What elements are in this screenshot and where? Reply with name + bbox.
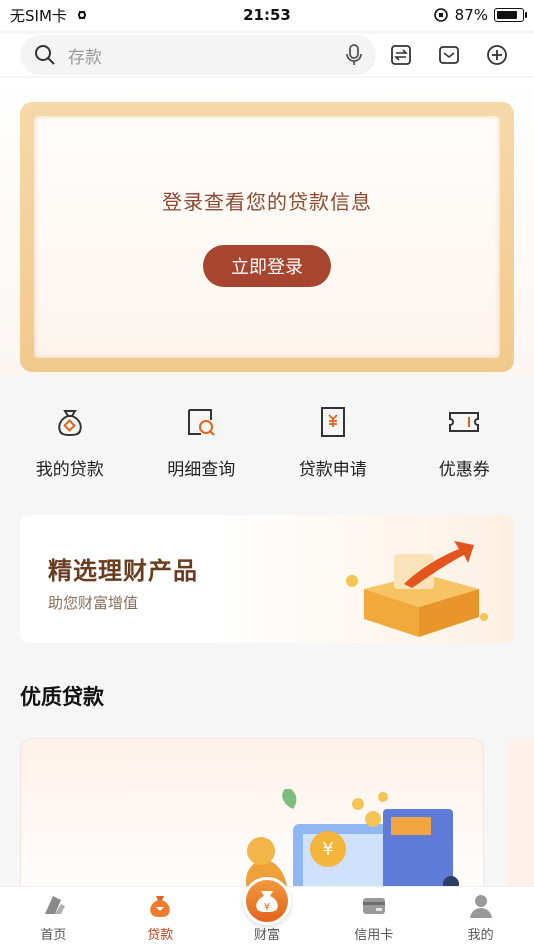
tab-wealth[interactable]: ¥ 财富 xyxy=(214,877,321,951)
quick-detail-search[interactable]: 明细查询 xyxy=(146,405,256,480)
login-card: 登录查看您的贷款信息 立即登录 xyxy=(20,102,514,372)
loan-apply-icon xyxy=(320,407,345,437)
link-icon xyxy=(77,11,86,19)
quick-my-loans[interactable]: 我的贷款 xyxy=(15,405,125,480)
promo-banner[interactable]: 精选理财产品 助您财富增值 xyxy=(20,515,514,643)
quick-loan-apply[interactable]: 贷款申请 xyxy=(278,405,388,480)
search-icon xyxy=(35,45,55,65)
clock: 21:53 xyxy=(243,6,291,24)
carrier-label: 无SIM卡 xyxy=(10,6,67,25)
money-bag-icon xyxy=(58,410,82,437)
quick-label: 优惠券 xyxy=(438,460,490,480)
message-icon[interactable] xyxy=(436,42,462,68)
battery-percent: 87% xyxy=(454,6,488,24)
tab-label: 贷款 xyxy=(147,928,174,943)
tab-profile[interactable]: 我的 xyxy=(427,887,534,951)
login-button[interactable]: 立即登录 xyxy=(203,245,331,287)
quick-label: 贷款申请 xyxy=(298,460,367,480)
home-icon xyxy=(45,896,66,914)
loan-icon xyxy=(150,896,170,917)
search-input[interactable]: 存款 xyxy=(68,43,346,68)
credit-card-icon xyxy=(362,898,385,914)
gift-box-illustration xyxy=(346,541,488,637)
quick-label: 我的贷款 xyxy=(35,460,104,480)
transfer-icon[interactable] xyxy=(388,42,414,68)
section-title: 优质贷款 xyxy=(20,685,104,709)
quick-actions: 我的贷款 明细查询 贷款申请 优惠券 xyxy=(0,405,534,480)
tab-label: 信用卡 xyxy=(354,928,394,943)
add-icon[interactable] xyxy=(484,42,510,68)
search-bar[interactable]: 存款 xyxy=(20,35,376,75)
search-row: 存款 xyxy=(0,34,534,76)
coupon-icon xyxy=(449,412,480,432)
tab-home[interactable]: 首页 xyxy=(0,887,107,951)
detail-search-icon xyxy=(188,409,215,436)
promo-title: 精选理财产品 xyxy=(48,557,198,585)
tab-credit-card[interactable]: 信用卡 xyxy=(320,887,427,951)
tab-loan[interactable]: 贷款 xyxy=(107,887,214,951)
loan-card-next[interactable] xyxy=(506,738,534,908)
tab-label: 财富 xyxy=(253,928,280,943)
svg-text:¥: ¥ xyxy=(264,902,270,913)
quick-label: 明细查询 xyxy=(167,460,236,480)
promo-subtitle: 助您财富增值 xyxy=(48,594,139,612)
profile-icon xyxy=(469,895,492,918)
login-prompt: 登录查看您的贷款信息 xyxy=(162,190,372,214)
tab-label: 我的 xyxy=(467,928,494,943)
quick-coupons[interactable]: 优惠券 xyxy=(409,405,519,480)
tab-label: 首页 xyxy=(40,928,67,943)
battery-icon xyxy=(494,8,527,22)
status-bar: 无SIM卡 21:53 87% xyxy=(0,0,534,30)
orientation-lock-icon xyxy=(433,8,448,22)
tab-bar: 首页 贷款 ¥ 财富 信用卡 我的 xyxy=(0,877,534,951)
wealth-icon: ¥ xyxy=(242,877,291,925)
svg-text:¥: ¥ xyxy=(322,839,333,860)
microphone-icon[interactable] xyxy=(346,44,362,66)
